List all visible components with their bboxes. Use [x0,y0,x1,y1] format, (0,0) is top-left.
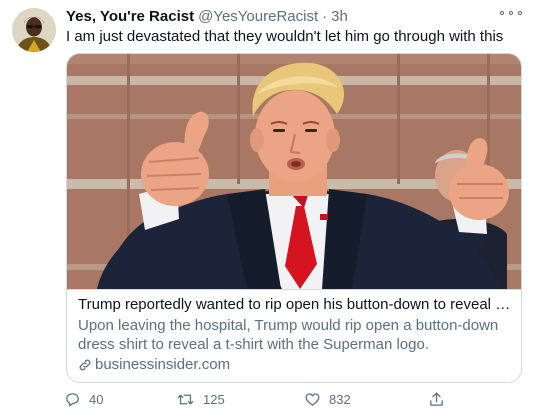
retweet-button[interactable]: 125 [176,391,225,408]
retweet-icon [177,394,194,405]
card-image [67,54,521,289]
display-name[interactable]: Yes, You're Racist [66,8,194,25]
like-button[interactable]: 832 [304,391,351,408]
separator-dot: · [322,7,328,25]
link-icon [79,359,91,371]
avatar[interactable] [12,8,56,52]
heart-icon [305,393,320,406]
more-options-icon[interactable] [500,5,522,21]
tweet[interactable]: Yes, You're Racist @YesYoureRacist · 3h … [0,0,540,413]
like-count: 832 [329,392,351,407]
tweet-text: I am just devastated that they wouldn't … [66,28,504,45]
reply-icon [66,393,79,407]
share-button[interactable] [428,391,453,408]
timestamp[interactable]: 3h [331,8,348,25]
card-domain-text: businessinsider.com [95,356,231,373]
reply-button[interactable]: 40 [64,391,103,408]
card-title: Trump reportedly wanted to rip open his … [78,296,512,313]
share-icon [430,392,443,406]
link-card[interactable]: Trump reportedly wanted to rip open his … [66,53,522,383]
tweet-actions: 40 125 832 [64,391,454,411]
card-body[interactable]: Trump reportedly wanted to rip open his … [67,289,521,382]
reply-count: 40 [89,392,104,407]
card-description: Upon leaving the hospital, Trump would r… [78,317,499,353]
retweet-count: 125 [203,392,225,407]
card-domain: businessinsider.com [78,355,512,375]
tweet-header: Yes, You're Racist @YesYoureRacist · 3h [66,6,524,26]
user-handle[interactable]: @YesYoureRacist [198,8,318,25]
